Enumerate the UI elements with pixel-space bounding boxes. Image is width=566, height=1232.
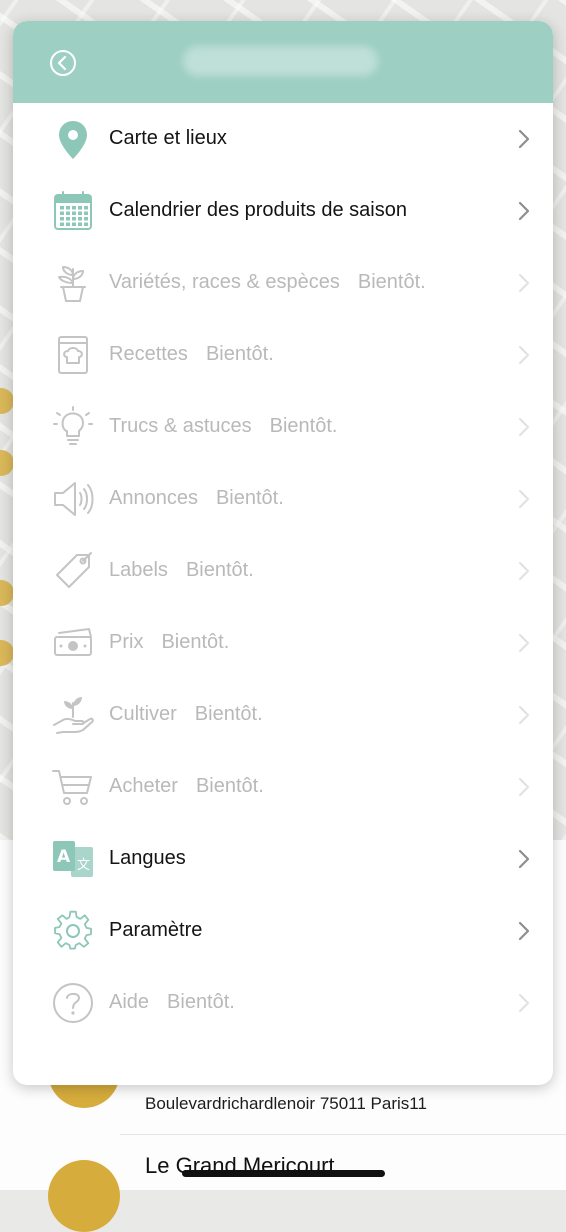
potted-plant-icon bbox=[51, 261, 95, 305]
map-marker[interactable] bbox=[0, 450, 14, 476]
coming-soon-label: Bientôt. bbox=[195, 775, 264, 797]
back-arrow-icon bbox=[50, 50, 76, 76]
lightbulb-icon bbox=[51, 405, 95, 449]
menu-item-text: Langues bbox=[109, 847, 186, 869]
menu-item-trucs-astuces[interactable]: Trucs & astuces Bientôt. bbox=[13, 391, 553, 463]
chevron-right-icon bbox=[518, 705, 530, 725]
back-button[interactable] bbox=[49, 49, 77, 77]
menu-item-label: Langues bbox=[109, 845, 186, 871]
chevron-right-icon bbox=[518, 561, 530, 581]
menu-item-text: Prix bbox=[109, 631, 144, 653]
menu-item-paramètre[interactable]: Paramètre bbox=[13, 895, 553, 967]
drawer-header bbox=[13, 21, 553, 103]
coming-soon-label: Bientôt. bbox=[205, 343, 274, 365]
menu-item-text: Trucs & astuces bbox=[109, 415, 252, 437]
menu-item-acheter[interactable]: Acheter Bientôt. bbox=[13, 751, 553, 823]
coming-soon-label: Bientôt. bbox=[215, 487, 284, 509]
menu-item-text: Aide bbox=[109, 991, 150, 1013]
shopping-cart-icon bbox=[51, 765, 95, 809]
divider bbox=[120, 1134, 566, 1135]
chevron-right-icon bbox=[518, 417, 530, 437]
chevron-right-icon bbox=[518, 201, 530, 221]
menu-item-aide[interactable]: Aide Bientôt. bbox=[13, 967, 553, 1039]
help-icon bbox=[51, 981, 95, 1025]
brand-logo bbox=[183, 46, 378, 76]
speaker-icon bbox=[51, 477, 95, 521]
place-avatar bbox=[48, 1160, 120, 1232]
menu-item-label: Paramètre bbox=[109, 917, 202, 943]
chevron-right-icon bbox=[518, 849, 530, 869]
menu-item-label: Recettes Bientôt. bbox=[109, 341, 274, 367]
coming-soon-label: Bientôt. bbox=[269, 415, 338, 437]
coming-soon-label: Bientôt. bbox=[357, 271, 426, 293]
menu-item-text: Calendrier des produits de saison bbox=[109, 199, 407, 221]
coming-soon-label: Bientôt. bbox=[161, 631, 230, 653]
menu-item-variétés-races-espèces[interactable]: Variétés, races & espèces Bientôt. bbox=[13, 247, 553, 319]
coming-soon-label: Bientôt. bbox=[194, 703, 263, 725]
menu-item-labels[interactable]: Labels Bientôt. bbox=[13, 535, 553, 607]
menu-item-text: Cultiver bbox=[109, 703, 177, 725]
menu-item-label: Annonces Bientôt. bbox=[109, 485, 284, 511]
map-pin-icon bbox=[51, 117, 95, 161]
tag-icon bbox=[51, 549, 95, 593]
side-menu-drawer: Carte et lieux Calendrier des produits de… bbox=[13, 21, 553, 1085]
chevron-right-icon bbox=[518, 345, 530, 365]
menu-item-label: Aide Bientôt. bbox=[109, 989, 235, 1015]
menu-item-label: Prix Bientôt. bbox=[109, 629, 229, 655]
banknote-icon bbox=[51, 621, 95, 665]
map-marker[interactable] bbox=[0, 388, 14, 414]
coming-soon-label: Bientôt. bbox=[185, 559, 254, 581]
menu-item-text: Variétés, races & espèces bbox=[109, 271, 340, 293]
menu-item-cultiver[interactable]: Cultiver Bientôt. bbox=[13, 679, 553, 751]
menu-item-text: Recettes bbox=[109, 343, 188, 365]
menu-item-annonces[interactable]: Annonces Bientôt. bbox=[13, 463, 553, 535]
menu-item-text: Annonces bbox=[109, 487, 198, 509]
chevron-right-icon bbox=[518, 129, 530, 149]
menu-item-text: Carte et lieux bbox=[109, 127, 227, 149]
gear-icon bbox=[51, 909, 95, 953]
chevron-right-icon bbox=[518, 777, 530, 797]
home-indicator bbox=[182, 1170, 385, 1177]
menu-item-calendrier-des-produits-de-saison[interactable]: Calendrier des produits de saison bbox=[13, 175, 553, 247]
chevron-right-icon bbox=[518, 921, 530, 941]
map-marker[interactable] bbox=[0, 580, 14, 606]
coming-soon-label: Bientôt. bbox=[167, 991, 235, 1013]
place-address: Boulevardrichardlenoir 75011 Paris11 bbox=[145, 1094, 427, 1113]
menu-item-text: Acheter bbox=[109, 775, 178, 797]
chevron-right-icon bbox=[518, 993, 530, 1013]
menu-item-text: Labels bbox=[109, 559, 168, 581]
chevron-right-icon bbox=[518, 489, 530, 509]
menu-item-label: Trucs & astuces Bientôt. bbox=[109, 413, 337, 439]
menu-item-carte-et-lieux[interactable]: Carte et lieux bbox=[13, 103, 553, 175]
svg-text:文: 文 bbox=[77, 858, 90, 873]
menu-item-prix[interactable]: Prix Bientôt. bbox=[13, 607, 553, 679]
recipe-book-icon bbox=[51, 333, 95, 377]
menu-item-label: Cultiver Bientôt. bbox=[109, 701, 263, 727]
menu-item-text: Paramètre bbox=[109, 919, 203, 941]
menu-item-recettes[interactable]: Recettes Bientôt. bbox=[13, 319, 553, 391]
translate-icon: A文 bbox=[51, 837, 95, 881]
chevron-right-icon bbox=[518, 633, 530, 653]
menu-item-label: Carte et lieux bbox=[109, 125, 227, 151]
menu-item-langues[interactable]: A 文 Langues bbox=[13, 823, 553, 895]
calendar-icon bbox=[51, 189, 95, 233]
menu-item-label: Variétés, races & espèces Bientôt. bbox=[109, 269, 426, 295]
map-marker[interactable] bbox=[0, 640, 14, 666]
svg-text:A: A bbox=[57, 847, 71, 867]
hand-sprout-icon bbox=[51, 693, 95, 737]
menu-item-label: Acheter Bientôt. bbox=[109, 773, 264, 799]
menu-item-label: Labels Bientôt. bbox=[109, 557, 254, 583]
chevron-right-icon bbox=[518, 273, 530, 293]
menu-item-label: Calendrier des produits de saison bbox=[109, 197, 407, 223]
